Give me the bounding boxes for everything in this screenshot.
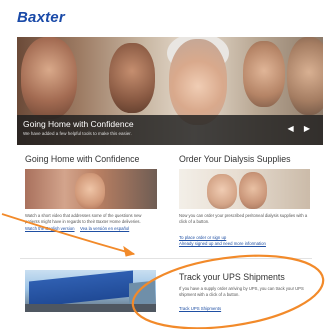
section-divider (20, 258, 312, 259)
section-title-video: Going Home with Confidence (25, 154, 140, 164)
ups-truck-image (25, 270, 156, 312)
video-thumbnail[interactable] (25, 169, 157, 209)
hero-person-5 (287, 37, 323, 115)
more-info-link[interactable]: Already signed up and need more informat… (179, 241, 266, 246)
spanish-video-link[interactable]: Vea la versión en español (80, 226, 129, 231)
couple-image-person-1 (207, 174, 237, 209)
section-title-order: Order Your Dialysis Supplies (179, 154, 291, 164)
english-video-link[interactable]: Watch the English version (25, 226, 75, 231)
hero-person-4 (243, 41, 285, 107)
hero-banner[interactable]: Going Home with Confidence We have added… (17, 37, 323, 145)
woman-on-phone-image (75, 173, 105, 209)
video-description: Watch a short video that addresses some … (25, 213, 142, 225)
arrow-head-icon (123, 245, 136, 257)
hero-caption-bar: Going Home with Confidence We have added… (17, 115, 323, 145)
hero-person-2 (109, 43, 155, 113)
hero-person-1 (21, 37, 77, 119)
truck-cab (129, 280, 155, 306)
track-ups-link[interactable]: Track UPS Shipments (179, 306, 221, 311)
ups-description: If you have a supply order arriving by U… (179, 286, 304, 298)
ups-section-title: Track your UPS Shipments (179, 272, 285, 282)
order-thumbnail (179, 169, 310, 209)
truck-trailer (29, 270, 133, 308)
carousel-arrows-icon[interactable]: ◀ ▶ (287, 124, 314, 133)
place-order-link[interactable]: To place order or sign up (179, 235, 226, 240)
baxter-logo[interactable]: Baxter (17, 9, 65, 26)
hero-title: Going Home with Confidence (23, 119, 134, 129)
hero-person-3 (169, 39, 227, 125)
couple-image-person-2 (239, 172, 267, 209)
road (25, 304, 156, 312)
hero-subtitle: We have added a few helpful tools to mak… (23, 131, 132, 136)
order-description: Now you can order your prescribed perito… (179, 213, 308, 225)
